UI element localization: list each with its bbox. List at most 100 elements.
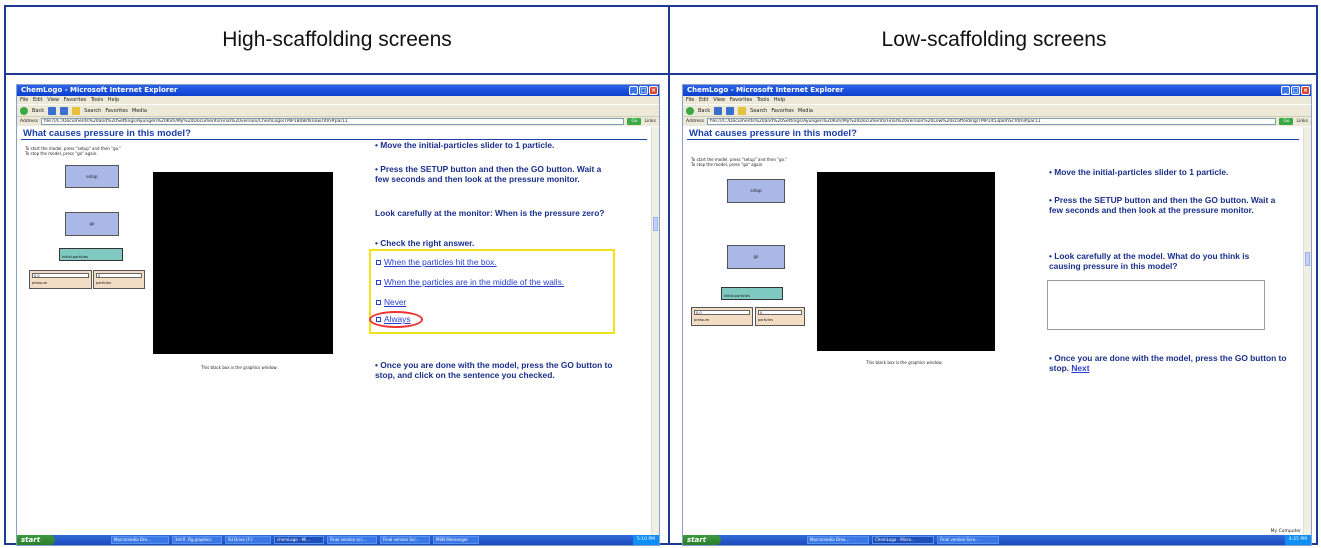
go-button[interactable]: Go (1279, 118, 1294, 125)
title-rule (687, 139, 1299, 140)
status-bar-text: My Computer (1270, 529, 1301, 534)
maximize-icon[interactable]: □ (639, 86, 648, 95)
media-button[interactable]: Media (132, 105, 147, 117)
instruction-look-model: • Look carefully at the model. What do y… (1049, 251, 1250, 271)
page-content: What causes pressure in this model? To s… (683, 127, 1303, 535)
go-button[interactable]: Go (627, 118, 642, 125)
model-hint: To start the model, press "setup" and th… (25, 146, 122, 156)
taskbar-item[interactable]: Final version Scr... (380, 536, 430, 544)
next-link[interactable]: Next (1071, 363, 1089, 373)
checkbox-icon[interactable] (376, 300, 381, 305)
address-bar: Address file:///C:/Documents%20and%20Set… (683, 116, 1311, 126)
go-model-button[interactable]: go (65, 212, 119, 236)
go-model-button[interactable]: go (727, 245, 785, 269)
instruction-check-answer: • Check the right answer. (375, 238, 475, 248)
particles-value: 0 (96, 273, 142, 278)
menu-bar[interactable]: File Edit View Favorites Tools Help (17, 96, 659, 104)
page-content: What causes pressure in this model? To s… (17, 127, 651, 535)
browser-toolbar: Back Search Favorites Media (683, 104, 1311, 116)
instruction-done: • Once you are done with the model, pres… (375, 360, 613, 380)
checkbox-icon[interactable] (376, 280, 381, 285)
instruction-move-slider: • Move the initial-particles slider to 1… (1049, 167, 1229, 177)
start-button[interactable]: start (17, 535, 55, 545)
back-icon[interactable] (20, 106, 28, 115)
initial-particles-slider[interactable]: initial-particles (59, 248, 123, 261)
favorites-button[interactable]: Favorites (771, 105, 794, 117)
search-button[interactable]: Search (84, 105, 101, 117)
address-bar: Address file:///C:/Documents%20and%20Set… (17, 116, 659, 126)
choice-label[interactable]: When the particles are in the middle of … (384, 277, 564, 287)
particles-monitor: 0 particles (755, 307, 805, 326)
home-icon[interactable] (738, 106, 747, 115)
stop-icon[interactable] (48, 106, 57, 115)
minimize-icon[interactable]: _ (629, 86, 638, 95)
media-button[interactable]: Media (798, 105, 813, 117)
menu-bar[interactable]: File Edit View Favorites Tools Help (683, 96, 1311, 104)
taskbar-item[interactable]: Macromedia Dre... (111, 536, 169, 544)
taskbar-item[interactable]: 3rd fl, fig.graphics (172, 536, 222, 544)
taskbar-item[interactable]: chemLogo - Mi... (274, 536, 324, 544)
page-title: What causes pressure in this model? (23, 128, 191, 139)
back-icon[interactable] (686, 106, 694, 115)
taskbar-item[interactable]: MSN Messenger (433, 536, 479, 544)
taskbar-item[interactable]: ISI Drive (F:) (225, 536, 271, 544)
setup-button[interactable]: setup (65, 165, 119, 188)
links-label[interactable]: Links (1296, 117, 1311, 127)
particles-label: particles (758, 318, 774, 322)
stop-icon[interactable] (714, 106, 723, 115)
pressure-label: pressure (694, 318, 710, 322)
address-field[interactable]: file:///C:/Documents%20and%20Settings/Ay… (40, 118, 625, 125)
taskbar-item[interactable]: Macromedia Drea... (807, 536, 869, 544)
choice-label[interactable]: When the particles hit the box. (384, 257, 497, 267)
highlight-oval (369, 311, 423, 328)
vertical-scrollbar[interactable] (651, 127, 659, 535)
home-icon[interactable] (72, 106, 81, 115)
search-button[interactable]: Search (750, 105, 767, 117)
refresh-icon[interactable] (726, 106, 735, 115)
pressure-label: pressure (32, 281, 48, 285)
refresh-icon[interactable] (60, 106, 69, 115)
choice-hit-box[interactable]: When the particles hit the box. (376, 257, 497, 267)
taskbar-item[interactable]: ChemLogo - Micro... (872, 536, 934, 544)
graphics-window[interactable] (817, 172, 995, 351)
maximize-icon[interactable]: □ (1291, 86, 1300, 95)
particles-value: 0 (758, 310, 802, 315)
back-button[interactable]: Back (698, 105, 710, 117)
answer-textarea[interactable] (1047, 280, 1265, 330)
graphics-window[interactable] (153, 172, 333, 354)
favorites-button[interactable]: Favorites (105, 105, 128, 117)
address-field[interactable]: file:///C:/Documents%20and%20Settings/Ay… (706, 118, 1277, 125)
column-divider (668, 7, 670, 543)
instruction-press-setup: • Press the SETUP button and then the GO… (375, 164, 602, 184)
close-icon[interactable]: × (649, 86, 658, 95)
minimize-icon[interactable]: _ (1281, 86, 1290, 95)
links-label[interactable]: Links (644, 117, 659, 127)
choice-label[interactable]: Never (384, 297, 406, 307)
scroll-thumb[interactable] (653, 217, 658, 231)
back-button[interactable]: Back (32, 105, 44, 117)
model-hint: To start the model, press "setup" and th… (691, 157, 788, 167)
close-icon[interactable]: × (1301, 86, 1310, 95)
vertical-scrollbar[interactable] (1303, 127, 1311, 535)
instruction-press-setup: • Press the SETUP button and then the GO… (1049, 195, 1276, 215)
start-button[interactable]: start (683, 535, 721, 545)
windows-taskbar: start Macromedia Drea... ChemLogo - Micr… (683, 535, 1311, 545)
pressure-value: 0.0 (32, 273, 89, 278)
window-title: ChemLogo - Microsoft Internet Explorer (687, 86, 844, 94)
instruction-look-monitor: Look carefully at the monitor: When is t… (375, 208, 605, 218)
choice-never[interactable]: Never (376, 297, 406, 307)
taskbar-item[interactable]: Final version scr... (327, 536, 377, 544)
windows-taskbar: start Macromedia Dre... 3rd fl, fig.grap… (17, 535, 659, 545)
setup-button[interactable]: setup (727, 179, 785, 203)
graphics-caption: This black box is the graphics window. (866, 360, 943, 365)
window-title: ChemLogo - Microsoft Internet Explorer (21, 86, 178, 94)
screenshot-low-scaffolding: ChemLogo - Microsoft Internet Explorer _… (682, 84, 1312, 546)
initial-particles-slider[interactable]: initial-particles (721, 287, 783, 300)
choice-middle-walls[interactable]: When the particles are in the middle of … (376, 277, 564, 287)
instruction-done: • Once you are done with the model, pres… (1049, 353, 1299, 373)
scroll-thumb[interactable] (1305, 252, 1310, 266)
graphics-caption: This black box is the graphics window. (201, 365, 278, 370)
header-low-scaffolding: Low-scaffolding screens (881, 28, 1107, 51)
taskbar-item[interactable]: Final version Scre... (937, 536, 999, 544)
checkbox-icon[interactable] (376, 260, 381, 265)
